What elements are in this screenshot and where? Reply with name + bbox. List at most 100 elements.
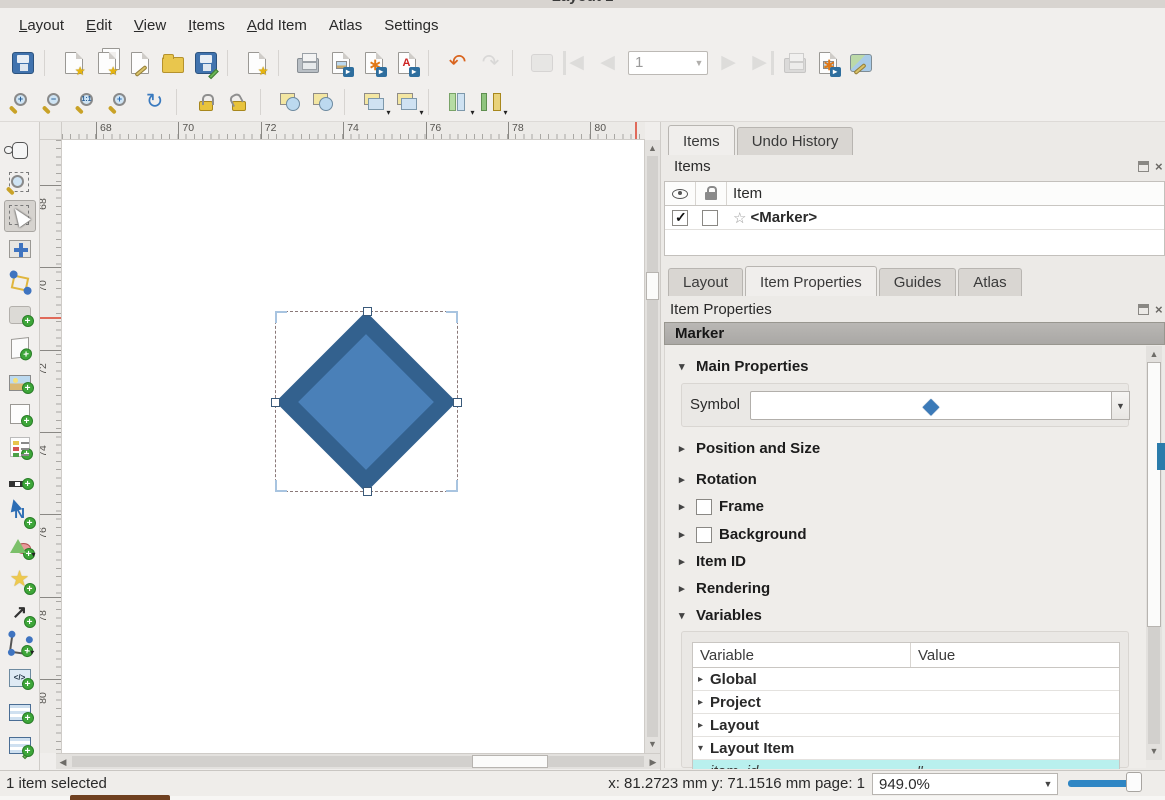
atlas-settings-button[interactable] [844,47,877,79]
section-position-and-size[interactable]: ▸Position and Size [679,440,820,457]
atlas-previous-feature-button[interactable]: ◀ [591,47,624,79]
scrollbar-thumb[interactable] [1147,362,1161,627]
add-picture-button[interactable]: + [4,365,36,397]
align-selected-items-button[interactable]: ▾ [390,86,423,118]
add-arrow-button[interactable]: ↗+ [4,596,36,628]
tab-guides[interactable]: Guides [879,268,957,296]
edit-nodes-item-button[interactable] [4,266,36,298]
menu-layout[interactable]: Layout [8,13,75,38]
open-folder-button[interactable] [156,47,189,79]
menu-atlas[interactable]: Atlas [318,13,373,38]
save-project-button[interactable] [6,47,39,79]
section-rendering[interactable]: ▸Rendering [679,580,770,597]
add-north-arrow-button[interactable]: N+ [4,497,36,529]
scrollbar-thumb[interactable] [646,272,659,300]
menu-view[interactable]: View [123,13,177,38]
print-layout-button[interactable] [291,47,324,79]
scroll-up-arrow[interactable]: ▲ [645,144,660,153]
visibility-checkbox[interactable] [672,210,688,226]
add-legend-button[interactable]: + [4,431,36,463]
variable-row-project[interactable]: ▸Project [693,691,1119,714]
atlas-last-feature-button[interactable]: ▶ [745,47,778,79]
add-attribute-table-button[interactable]: + [4,695,36,727]
close-panel-icon[interactable]: × [1155,304,1165,315]
atlas-first-feature-button[interactable]: ◀ [558,47,591,79]
group-items-button[interactable] [273,86,306,118]
add-scale-bar-button[interactable]: + [4,464,36,496]
add-3d-map-button[interactable]: + [4,332,36,364]
resize-handle-top[interactable] [363,307,372,316]
variable-row-item_id[interactable]: item_id'' [693,760,1119,769]
float-panel-icon[interactable] [1138,161,1149,172]
tab-layout[interactable]: Layout [668,268,743,296]
add-label-button[interactable]: + [4,398,36,430]
section-variables[interactable]: ▾Variables [679,607,762,624]
refresh-view-button[interactable]: ↻ [138,86,171,118]
section-main-properties[interactable]: ▾Main Properties [679,358,809,375]
close-panel-icon[interactable]: × [1155,161,1165,172]
ungroup-items-button[interactable] [306,86,339,118]
new-layout-button[interactable]: ★ [57,47,90,79]
float-panel-icon[interactable] [1138,304,1149,315]
scrollbar-thumb[interactable] [472,755,548,768]
save-as-button[interactable] [189,47,222,79]
preview-atlas-button[interactable] [525,47,558,79]
export-as-image-button[interactable]: ▸ [324,47,357,79]
duplicate-layout-button[interactable]: ★ [90,47,123,79]
properties-vertical-scrollbar[interactable]: ▲ ▼ [1146,346,1162,760]
lock-selected-items-button[interactable] [189,86,222,118]
variable-row-global[interactable]: ▸Global [693,668,1119,691]
zoom-actual-button[interactable]: 1:1 [72,86,105,118]
menu-settings[interactable]: Settings [373,13,449,38]
resize-items-button[interactable]: ▾ [474,86,507,118]
zoom-in-button[interactable]: + [6,86,39,118]
item-row-marker[interactable]: ☆ <Marker> [665,206,1164,230]
select-move-item-button[interactable] [4,200,36,232]
export-as-svg-button[interactable]: ∗▸ [357,47,390,79]
add-html-button[interactable]: </>+ [4,662,36,694]
selection-box[interactable] [275,311,458,492]
raise-selected-items-button[interactable]: ▾ [357,86,390,118]
undo-button[interactable]: ↶ [441,47,474,79]
section-background[interactable]: ▸Background [679,526,807,543]
move-item-content-button[interactable] [4,233,36,265]
resize-handle-right[interactable] [453,398,462,407]
section-item-id[interactable]: ▸Item ID [679,553,746,570]
scroll-down-arrow[interactable]: ▼ [645,740,660,749]
pan-layout-button[interactable] [4,134,36,166]
save-as-template-button[interactable]: ★ [240,47,273,79]
atlas-next-feature-button[interactable]: ▶ [712,47,745,79]
resize-handle-bottom[interactable] [363,487,372,496]
distribute-items-button[interactable]: ▾ [441,86,474,118]
menu-add-item[interactable]: Add Item [236,13,318,38]
tab-items[interactable]: Items [668,125,735,155]
atlas-page-combobox[interactable]: 1▼ [628,51,708,75]
export-as-pdf-button[interactable]: A▸ [390,47,423,79]
tab-atlas[interactable]: Atlas [958,268,1021,296]
menu-edit[interactable]: Edit [75,13,123,38]
symbol-dropdown-button[interactable]: ▼ [1112,391,1130,420]
zoom-out-button[interactable]: − [39,86,72,118]
tab-undo-history[interactable]: Undo History [737,127,854,155]
section-checkbox[interactable] [696,499,712,515]
zoom-tool-button[interactable] [4,167,36,199]
add-fixed-table-button[interactable]: + [4,728,36,760]
add-node-item-button[interactable]: +▾ [4,629,36,661]
menu-items[interactable]: Items [177,13,236,38]
canvas-vertical-scrollbar[interactable]: ▲ ▼ [644,140,660,753]
add-map-button[interactable]: + [4,299,36,331]
print-atlas-button[interactable] [778,47,811,79]
variable-row-layout-item[interactable]: ▾Layout Item [693,737,1119,760]
variable-row-layout[interactable]: ▸Layout [693,714,1119,737]
zoom-level-combobox[interactable]: 949.0% ▼ [872,773,1058,795]
zoom-full-button[interactable]: + [105,86,138,118]
export-atlas-as-image-button[interactable]: ∗▸ [811,47,844,79]
redo-button[interactable]: ↷ [474,47,507,79]
layout-manager-button[interactable] [123,47,156,79]
add-shape-button[interactable]: +▾ [4,530,36,562]
zoom-slider-handle[interactable] [1126,772,1142,792]
scroll-left-arrow[interactable]: ◀ [58,758,68,767]
section-checkbox[interactable] [696,527,712,543]
symbol-button[interactable]: ◆ [750,391,1112,420]
unlock-all-items-button[interactable] [222,86,255,118]
